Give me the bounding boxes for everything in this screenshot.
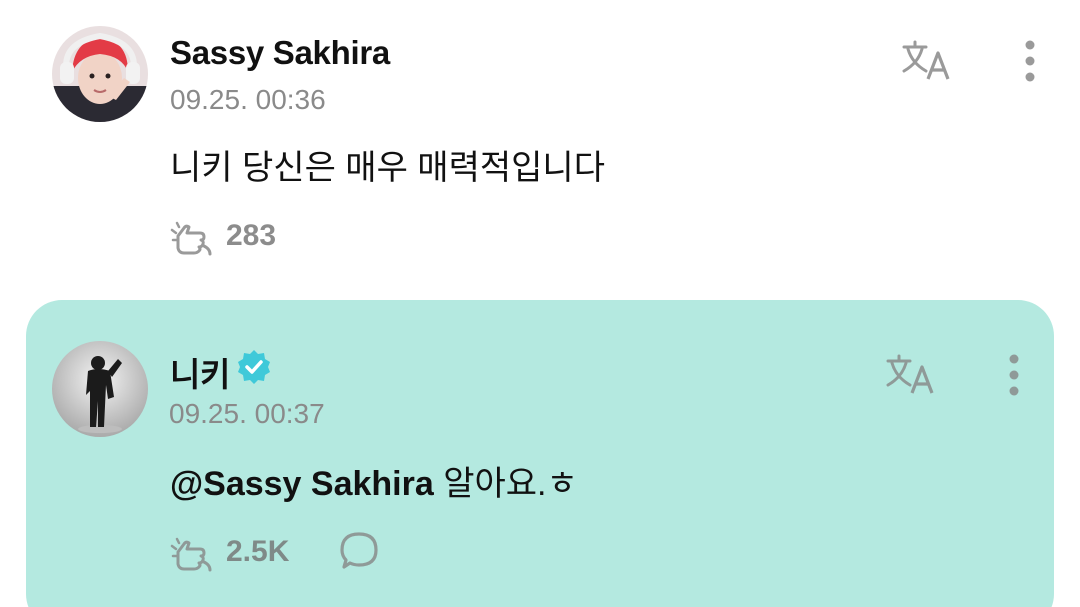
- artist-reply: 니키 09.25. 00:37 @Sassy Sakhira 알아요.ㅎ 2.5…: [26, 300, 1054, 607]
- like-count: 2.5K: [226, 535, 290, 568]
- more-options-button[interactable]: [984, 350, 1044, 400]
- like-hand-icon: [170, 221, 212, 256]
- translate-button[interactable]: [882, 350, 942, 400]
- comments-page: Sassy Sakhira 09.25. 00:36 니키 당신은 매우 매력적…: [0, 0, 1080, 607]
- comment-author[interactable]: Sassy Sakhira: [170, 34, 390, 72]
- avatar[interactable]: [52, 26, 148, 122]
- translate-button[interactable]: [898, 36, 958, 86]
- mention-link[interactable]: @Sassy Sakhira: [170, 465, 434, 503]
- like-hand-icon: [170, 537, 212, 572]
- like-count: 283: [226, 219, 277, 252]
- like-button[interactable]: 283: [170, 216, 276, 256]
- more-options-button[interactable]: [1000, 36, 1060, 86]
- comment-timestamp: 09.25. 00:36: [170, 84, 326, 115]
- verified-badge-icon: [238, 350, 270, 384]
- reply-timestamp: 09.25. 00:37: [169, 398, 325, 429]
- more-vertical-icon: [1025, 40, 1035, 82]
- comment-button[interactable]: [338, 530, 380, 572]
- reply-text: @Sassy Sakhira 알아요.ㅎ: [170, 456, 578, 505]
- comment-item: Sassy Sakhira 09.25. 00:36 니키 당신은 매우 매력적…: [0, 0, 1080, 290]
- avatar[interactable]: [52, 341, 148, 437]
- comment-text: 니키 당신은 매우 매력적입니다: [170, 149, 605, 187]
- reply-message: 알아요.ㅎ: [433, 465, 578, 503]
- translate-icon: [902, 40, 950, 80]
- translate-icon: [886, 354, 934, 394]
- comment-bubble-icon: [340, 532, 378, 569]
- more-vertical-icon: [1009, 354, 1019, 396]
- like-button[interactable]: 2.5K: [170, 532, 289, 572]
- reply-author[interactable]: 니키: [170, 348, 230, 396]
